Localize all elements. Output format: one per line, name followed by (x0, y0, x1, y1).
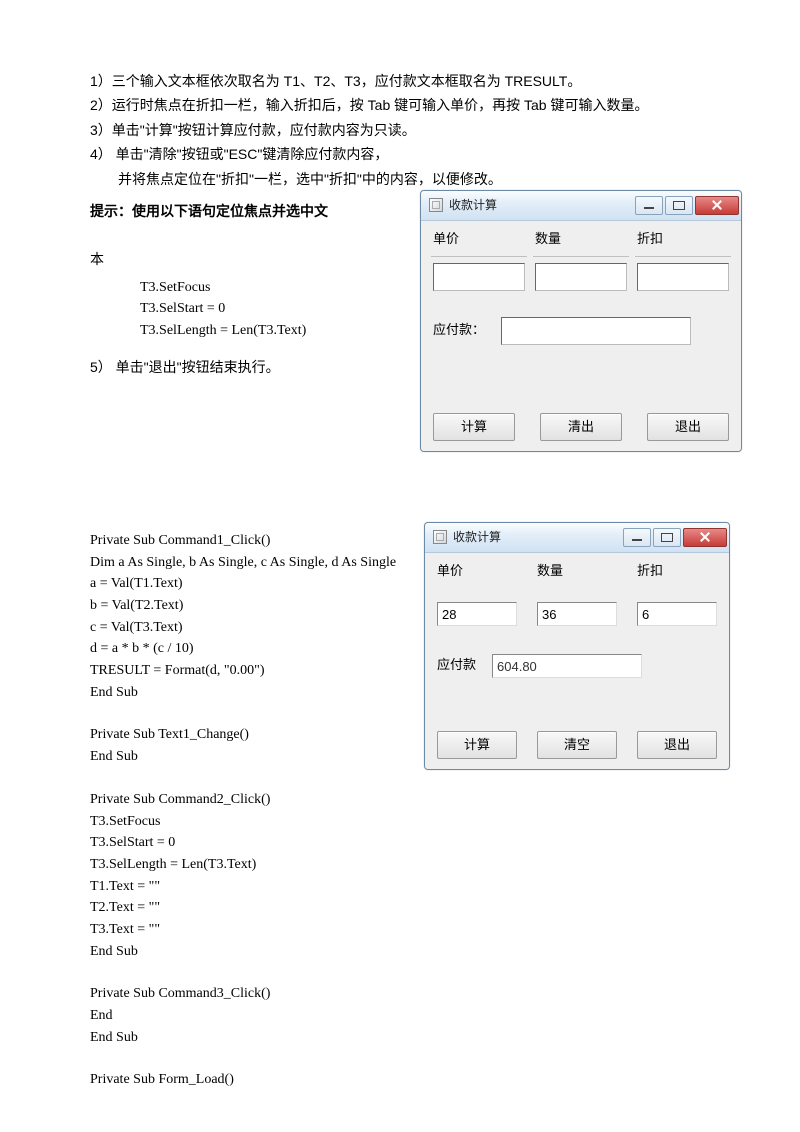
titlebar[interactable]: 收款计算 (421, 191, 741, 221)
label-price: 单价 (437, 561, 517, 582)
code-line: Private Sub Command3_Click() (90, 983, 720, 1005)
calc-button[interactable]: 计算 (433, 413, 515, 441)
code-line: T1.Text = "" (90, 876, 720, 898)
clear-button[interactable]: 清出 (540, 413, 622, 441)
exit-button[interactable]: 退出 (647, 413, 729, 441)
label-discount: 折扣 (637, 229, 729, 250)
discount-input[interactable]: 6 (637, 602, 717, 626)
window-body: 单价 数量 折扣 应付款： 计算 (421, 221, 741, 451)
qty-input[interactable]: 36 (537, 602, 617, 626)
list-item: 3）单击"计算"按钮计算应付款，应付款内容为只读。 (90, 119, 720, 141)
code-line (90, 768, 720, 789)
window-title: 收款计算 (453, 528, 501, 547)
label-price: 单价 (433, 229, 525, 250)
code-line: T3.SetFocus (90, 811, 720, 833)
price-input[interactable] (433, 263, 525, 291)
window-body: 单价 数量 折扣 28 36 6 应付款 604.80 计算 清空 (425, 553, 729, 769)
app-icon (429, 198, 443, 212)
close-icon[interactable] (683, 528, 727, 547)
qty-input[interactable] (535, 263, 627, 291)
calc-button[interactable]: 计算 (437, 731, 517, 759)
code-line: End Sub (90, 1027, 720, 1049)
result-output (501, 317, 691, 345)
window-title: 收款计算 (449, 196, 497, 215)
close-icon[interactable] (695, 196, 739, 215)
code-line: T3.Text = "" (90, 919, 720, 941)
code-line: End (90, 1005, 720, 1027)
label-result: 应付款 (437, 655, 476, 676)
minimize-icon[interactable] (635, 196, 663, 215)
vb-window-filled: 收款计算 单价 数量 折扣 28 36 (424, 522, 730, 770)
discount-input[interactable] (637, 263, 729, 291)
list-item: 2）运行时焦点在折扣一栏，输入折扣后，按 Tab 键可输入单价，再按 Tab 键… (90, 94, 720, 116)
label-result: 应付款： (433, 320, 485, 341)
code-line (90, 1048, 720, 1069)
code-line: Private Sub Command2_Click() (90, 789, 720, 811)
maximize-icon[interactable] (665, 196, 693, 215)
result-output: 604.80 (492, 654, 642, 678)
code-line (90, 962, 720, 983)
code-line: T3.SelStart = 0 (90, 832, 720, 854)
maximize-icon[interactable] (653, 528, 681, 547)
titlebar[interactable]: 收款计算 (425, 523, 729, 553)
list-item: 1）三个输入文本框依次取名为 T1、T2、T3，应付款文本框取名为 TRESUL… (90, 70, 720, 92)
label-qty: 数量 (535, 229, 627, 250)
list-item: 4） 单击"清除"按钮或"ESC"键清除应付款内容， (90, 143, 720, 165)
clear-button[interactable]: 清空 (537, 731, 617, 759)
minimize-icon[interactable] (623, 528, 651, 547)
code-line: Private Sub Form_Load() (90, 1069, 720, 1091)
exit-button[interactable]: 退出 (637, 731, 717, 759)
price-input[interactable]: 28 (437, 602, 517, 626)
code-line: T2.Text = "" (90, 897, 720, 919)
label-discount: 折扣 (637, 561, 717, 582)
instruction-list: 1）三个输入文本框依次取名为 T1、T2、T3，应付款文本框取名为 TRESUL… (90, 70, 720, 190)
code-line: End Sub (90, 941, 720, 963)
label-qty: 数量 (537, 561, 617, 582)
list-item-continuation: 并将焦点定位在"折扣"一栏，选中"折扣"中的内容，以便修改。 (90, 168, 720, 190)
vb-window-empty: 收款计算 单价 数量 折扣 (420, 190, 742, 452)
app-icon (433, 530, 447, 544)
code-line: T3.SelLength = Len(T3.Text) (90, 854, 720, 876)
